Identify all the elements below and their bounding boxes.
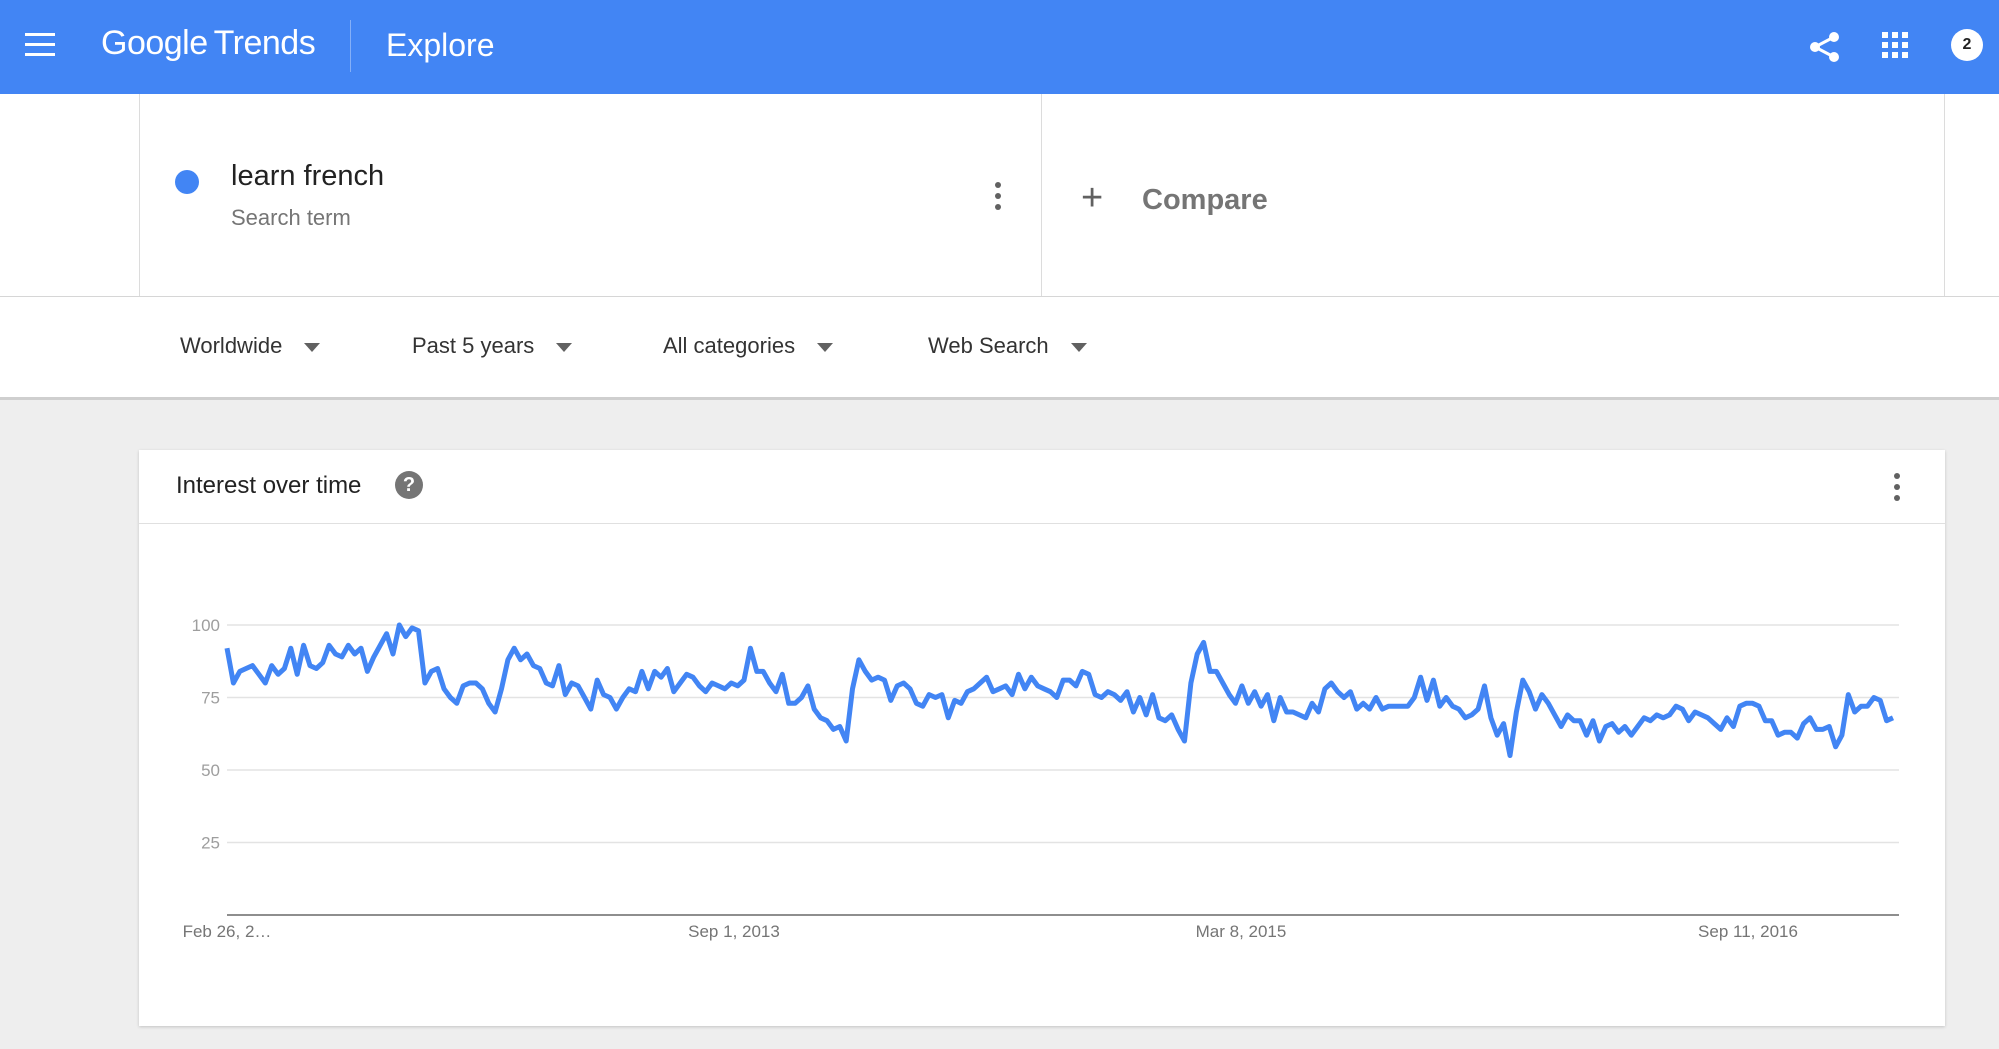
time-range-label: Past 5 years xyxy=(412,333,535,358)
logo-word-google: Google xyxy=(101,24,208,62)
search-type-dropdown[interactable]: Web Search xyxy=(928,333,1087,359)
share-icon[interactable] xyxy=(1808,30,1842,64)
x-tick-label: Sep 1, 2013 xyxy=(688,922,780,941)
panel-divider xyxy=(139,94,140,296)
y-tick-label: 25 xyxy=(201,834,220,853)
page-title: Explore xyxy=(386,27,495,63)
panel-divider xyxy=(1944,94,1945,296)
account-badge[interactable]: 2 xyxy=(1951,29,1983,61)
logo-word-trends: Trends xyxy=(213,24,316,62)
y-tick-label: 75 xyxy=(201,689,220,708)
interest-over-time-chart: 25 50 75 100 Feb 26, 2… Sep 1, 2013 Mar 8, 201… xyxy=(183,616,1899,941)
google-trends-logo[interactable]: Google Trends xyxy=(101,20,316,66)
x-tick-label: Feb 26, 2… xyxy=(183,922,272,941)
search-term-name[interactable]: learn french xyxy=(231,160,384,193)
add-icon[interactable]: + xyxy=(1081,178,1103,218)
interest-over-time-card: Interest over time ? 25 50 75 100 Feb 26, 2…… xyxy=(139,450,1945,1026)
x-tick-label: Sep 11, 2016 xyxy=(1698,922,1798,941)
region-label: Worldwide xyxy=(180,333,283,358)
dropdown-arrow-icon xyxy=(817,342,834,352)
top-app-bar: Google Trends Explore 2 xyxy=(0,0,1999,94)
header-divider xyxy=(350,20,351,72)
term-color-dot xyxy=(175,170,199,194)
search-type-label: Web Search xyxy=(928,333,1049,358)
filter-bar: Worldwide Past 5 years All categories We… xyxy=(0,297,1999,400)
dropdown-arrow-icon xyxy=(1070,342,1087,352)
category-dropdown[interactable]: All categories xyxy=(663,333,834,359)
apps-icon[interactable] xyxy=(1882,32,1908,58)
term-more-options-icon[interactable] xyxy=(988,182,1008,214)
compare-button[interactable]: Compare xyxy=(1142,184,1268,217)
dropdown-arrow-icon xyxy=(304,342,321,352)
category-label: All categories xyxy=(663,333,796,358)
search-term-type: Search term xyxy=(231,205,351,230)
menu-icon[interactable] xyxy=(25,33,55,57)
dropdown-arrow-icon xyxy=(556,342,573,352)
y-tick-label: 100 xyxy=(192,616,220,635)
region-dropdown[interactable]: Worldwide xyxy=(180,333,321,359)
panel-divider xyxy=(1041,94,1042,296)
y-tick-label: 50 xyxy=(201,761,220,780)
time-range-dropdown[interactable]: Past 5 years xyxy=(412,333,573,359)
series-line[interactable] xyxy=(224,622,1895,758)
x-tick-label: Mar 8, 2015 xyxy=(1196,922,1287,941)
